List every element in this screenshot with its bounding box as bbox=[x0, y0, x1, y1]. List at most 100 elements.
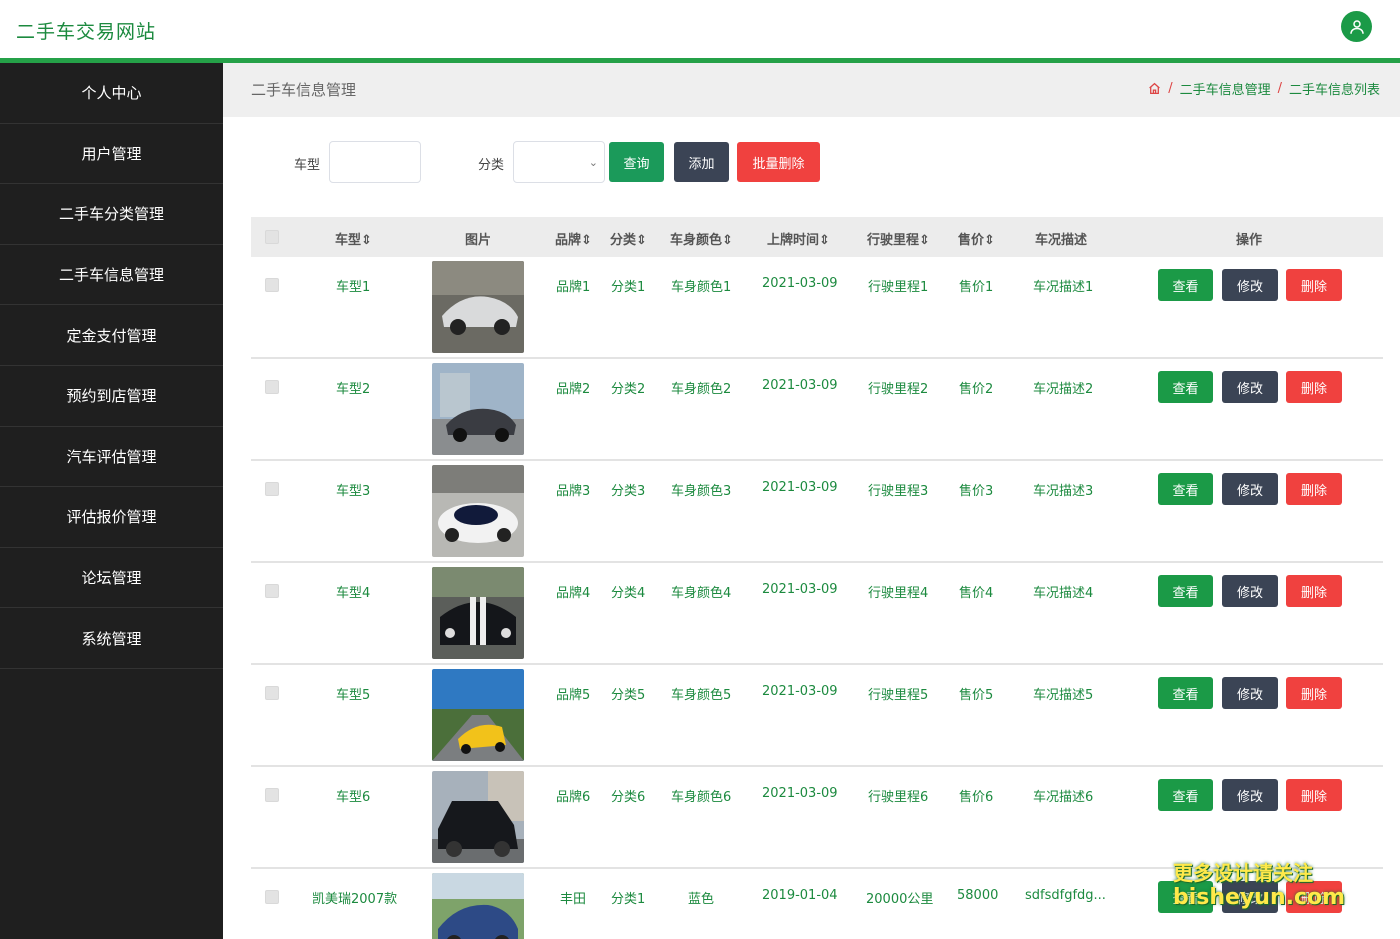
edit-button[interactable]: 修改 bbox=[1222, 677, 1278, 709]
car-info-table: 车型⇕ 图片 品牌⇕ 分类⇕ 车身颜色⇕ 上牌时间⇕ 行驶里程⇕ 售价⇕ 车况描… bbox=[251, 217, 1383, 939]
batch-delete-button[interactable]: 批量删除 bbox=[737, 142, 820, 182]
cell-plate-date: 2021-03-09 bbox=[762, 786, 838, 801]
delete-button[interactable]: 删除 bbox=[1286, 269, 1342, 301]
cell-mileage: 行驶里程2 bbox=[868, 382, 929, 397]
header-label: 车型 bbox=[335, 233, 362, 248]
header-image: 图片 bbox=[465, 233, 492, 248]
sidebar-item-car-category[interactable]: 二手车分类管理 bbox=[0, 184, 223, 245]
header-brand[interactable]: 品牌⇕ bbox=[555, 229, 592, 248]
model-label: 车型 bbox=[294, 158, 321, 173]
breadcrumb-separator: / bbox=[1168, 81, 1173, 96]
edit-button[interactable]: 修改 bbox=[1222, 575, 1278, 607]
delete-button[interactable]: 删除 bbox=[1286, 779, 1342, 811]
cell-mileage: 行驶里程5 bbox=[868, 688, 929, 703]
view-button[interactable]: 查看 bbox=[1158, 269, 1213, 301]
watermark-line2: bisheyun.com bbox=[1173, 885, 1346, 910]
sidebar-item-quote[interactable]: 评估报价管理 bbox=[0, 487, 223, 548]
sort-icon: ⇕ bbox=[722, 233, 733, 248]
sort-icon: ⇕ bbox=[984, 233, 995, 248]
header-mileage[interactable]: 行驶里程⇕ bbox=[867, 229, 930, 248]
view-button[interactable]: 查看 bbox=[1158, 473, 1213, 505]
cell-model: 车型6 bbox=[336, 790, 371, 805]
row-checkbox[interactable] bbox=[265, 584, 279, 598]
sidebar-item-forum[interactable]: 论坛管理 bbox=[0, 548, 223, 609]
cell-plate-date: 2021-03-09 bbox=[762, 480, 838, 495]
cell-brand: 品牌3 bbox=[556, 484, 591, 499]
cell-category: 分类5 bbox=[611, 688, 646, 703]
edit-button[interactable]: 修改 bbox=[1222, 779, 1278, 811]
sort-icon: ⇕ bbox=[581, 233, 592, 248]
delete-button[interactable]: 删除 bbox=[1286, 677, 1342, 709]
view-button[interactable]: 查看 bbox=[1158, 779, 1213, 811]
header-label: 上牌时间 bbox=[767, 233, 820, 248]
cell-price: 售价5 bbox=[959, 688, 994, 703]
select-all-checkbox[interactable] bbox=[265, 230, 279, 244]
table-row: 车型5 品牌5 分类5 车身颜色5 2021-03-09 行驶里程5 售价5 车… bbox=[251, 665, 1383, 767]
row-checkbox[interactable] bbox=[265, 482, 279, 496]
model-input[interactable] bbox=[329, 141, 421, 183]
row-checkbox[interactable] bbox=[265, 686, 279, 700]
view-button[interactable]: 查看 bbox=[1158, 575, 1213, 607]
sidebar-item-evaluation[interactable]: 汽车评估管理 bbox=[0, 427, 223, 488]
view-button[interactable]: 查看 bbox=[1158, 677, 1213, 709]
cell-category: 分类1 bbox=[611, 280, 646, 295]
cell-plate-date: 2021-03-09 bbox=[762, 276, 838, 291]
header-plate-date[interactable]: 上牌时间⇕ bbox=[767, 229, 830, 248]
breadcrumb: / 二手车信息管理 / 二手车信息列表 bbox=[1148, 79, 1380, 98]
cell-price: 售价2 bbox=[959, 382, 994, 397]
header-category[interactable]: 分类⇕ bbox=[610, 229, 647, 248]
chevron-down-icon: ⌄ bbox=[588, 156, 598, 169]
cell-brand: 品牌6 bbox=[556, 790, 591, 805]
cell-color: 车身颜色4 bbox=[671, 586, 732, 601]
table-row: 车型2 品牌2 分类2 车身颜色2 2021-03-09 行驶里程2 售价2 车… bbox=[251, 359, 1383, 461]
sidebar-item-appointment[interactable]: 预约到店管理 bbox=[0, 366, 223, 427]
sidebar-item-label: 论坛管理 bbox=[81, 569, 142, 588]
cell-price: 58000 bbox=[957, 888, 999, 903]
cell-brand: 品牌1 bbox=[556, 280, 591, 295]
cell-color: 车身颜色5 bbox=[671, 688, 732, 703]
breadcrumb-level1[interactable]: 二手车信息管理 bbox=[1180, 79, 1271, 98]
cell-model: 车型1 bbox=[336, 280, 371, 295]
sidebar-item-users[interactable]: 用户管理 bbox=[0, 124, 223, 185]
cell-description: sdfsdfgfdg... bbox=[1025, 888, 1106, 903]
top-header: 二手车交易网站 bbox=[0, 0, 1400, 58]
cell-plate-date: 2021-03-09 bbox=[762, 378, 838, 393]
header-description: 车况描述 bbox=[1035, 233, 1088, 248]
sidebar-item-car-info[interactable]: 二手车信息管理 bbox=[0, 245, 223, 306]
row-checkbox[interactable] bbox=[265, 890, 279, 904]
header-color[interactable]: 车身颜色⇕ bbox=[670, 229, 733, 248]
delete-button[interactable]: 删除 bbox=[1286, 575, 1342, 607]
category-select[interactable]: ⌄ bbox=[513, 141, 605, 183]
cell-category: 分类1 bbox=[611, 892, 646, 907]
car-image bbox=[432, 771, 524, 863]
edit-button[interactable]: 修改 bbox=[1222, 371, 1278, 403]
sidebar-item-deposit[interactable]: 定金支付管理 bbox=[0, 305, 223, 366]
home-icon[interactable] bbox=[1148, 82, 1161, 95]
sidebar-item-system[interactable]: 系统管理 bbox=[0, 608, 223, 669]
row-checkbox[interactable] bbox=[265, 278, 279, 292]
header-model[interactable]: 车型⇕ bbox=[335, 229, 372, 248]
add-button[interactable]: 添加 bbox=[674, 142, 729, 182]
sidebar-item-personal-center[interactable]: 个人中心 bbox=[0, 63, 223, 124]
delete-button[interactable]: 删除 bbox=[1286, 371, 1342, 403]
cell-brand: 品牌2 bbox=[556, 382, 591, 397]
header-price[interactable]: 售价⇕ bbox=[958, 229, 995, 248]
edit-button[interactable]: 修改 bbox=[1222, 269, 1278, 301]
cell-price: 售价3 bbox=[959, 484, 994, 499]
row-checkbox[interactable] bbox=[265, 788, 279, 802]
sidebar-item-label: 个人中心 bbox=[81, 84, 142, 103]
user-avatar[interactable] bbox=[1341, 11, 1372, 42]
delete-button[interactable]: 删除 bbox=[1286, 473, 1342, 505]
cell-brand: 品牌5 bbox=[556, 688, 591, 703]
query-button[interactable]: 查询 bbox=[609, 142, 664, 182]
cell-color: 蓝色 bbox=[688, 892, 715, 907]
view-button[interactable]: 查看 bbox=[1158, 371, 1213, 403]
row-checkbox[interactable] bbox=[265, 380, 279, 394]
edit-button[interactable]: 修改 bbox=[1222, 473, 1278, 505]
header-label: 行驶里程 bbox=[867, 233, 920, 248]
cell-color: 车身颜色3 bbox=[671, 484, 732, 499]
category-label: 分类 bbox=[478, 158, 505, 173]
cell-color: 车身颜色1 bbox=[671, 280, 732, 295]
car-image bbox=[432, 669, 524, 761]
cell-category: 分类6 bbox=[611, 790, 646, 805]
